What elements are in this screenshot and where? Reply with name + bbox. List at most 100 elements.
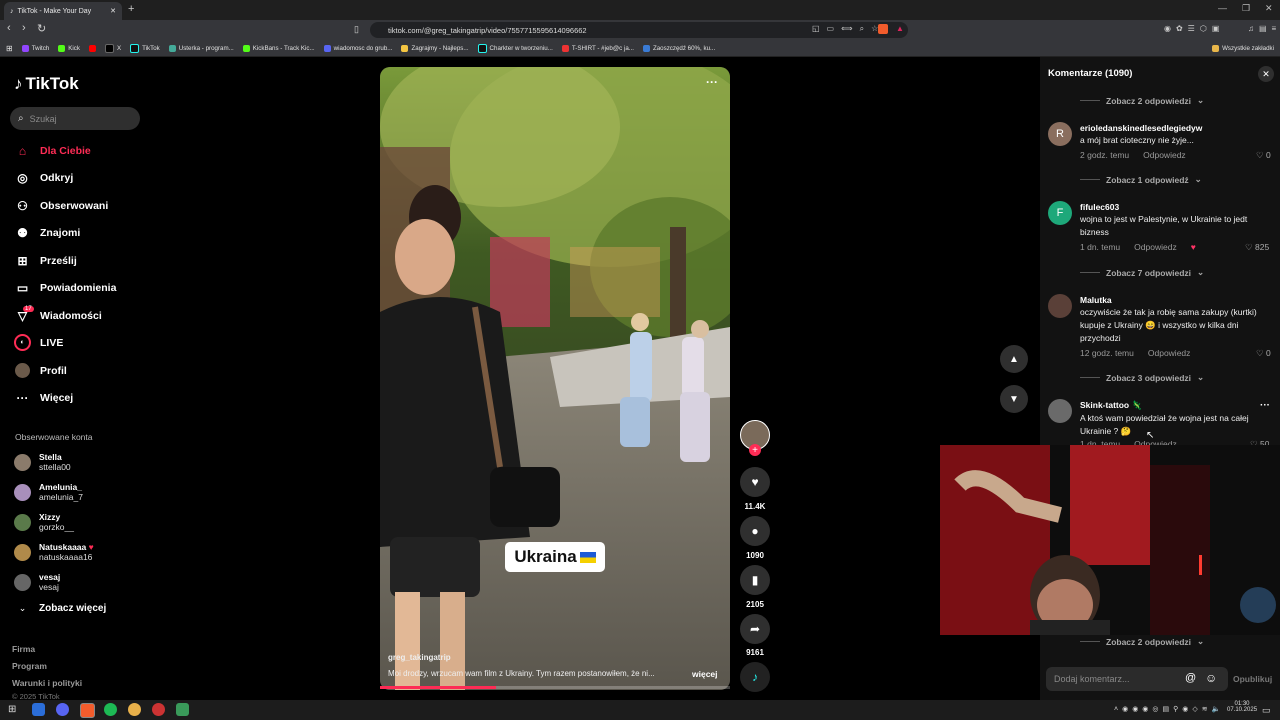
bookmark-page-icon[interactable]: ▯ — [354, 24, 359, 35]
brave-rewards-icon[interactable]: ▲ — [896, 24, 904, 33]
video-description: Moi drodzy, wrzucam wam film z Ukrainy. … — [388, 669, 655, 678]
video-author[interactable]: greg_takingatrip — [388, 653, 451, 662]
bookmark-charkter[interactable]: Charkter w tworzeniu... — [477, 43, 553, 53]
start-icon[interactable]: ⊞ — [8, 704, 16, 715]
view-replies[interactable]: Zobacz 2 odpowiedzi ⌄ — [1080, 636, 1204, 647]
file-explorer-icon[interactable] — [32, 703, 45, 716]
footer-terms[interactable]: Warunki i polityki — [12, 678, 82, 688]
video-player[interactable]: ··· — [380, 67, 730, 690]
sound-disc[interactable]: ♪ — [740, 662, 770, 692]
nav-for-you[interactable]: ⌂ Dla Ciebie — [14, 142, 91, 159]
minimize-icon[interactable]: — — [1218, 3, 1227, 13]
reload-icon[interactable]: ↻ — [37, 22, 46, 35]
tiktok-logo[interactable]: ♪ TikTok — [14, 74, 79, 94]
like-button[interactable]: ♥ — [740, 467, 770, 497]
brave-shield-icon[interactable] — [878, 24, 888, 34]
view-replies[interactable]: Zobacz 3 odpowiedzi ⌄ — [1080, 372, 1204, 383]
brave-taskbar-icon[interactable] — [80, 703, 95, 718]
comment-username[interactable]: erioledanskinedlesedlegiedyw — [1080, 123, 1202, 133]
followed-account[interactable]: Xizzy gorzko__ — [14, 512, 74, 532]
save-button[interactable]: ▮ — [740, 565, 770, 595]
spotify-icon[interactable] — [104, 703, 117, 716]
comment-button[interactable]: ● — [740, 516, 770, 546]
nav-upload[interactable]: ⊞ Prześlij — [14, 252, 76, 269]
maximize-icon[interactable]: ❐ — [1242, 3, 1250, 14]
chevron-up-icon: ▲ — [1009, 353, 1019, 365]
footer-program[interactable]: Program — [12, 661, 47, 671]
comment-username[interactable]: Skink-tattoo 🦎 — [1080, 400, 1142, 411]
extension-icons[interactable]: ◉✿☰⬡▣ — [1164, 24, 1224, 33]
discord-taskbar-icon[interactable] — [56, 703, 69, 716]
nav-following[interactable]: ⚇ Obserwowani — [14, 197, 108, 214]
view-replies[interactable]: Zobacz 1 odpowiedź ⌄ — [1080, 174, 1202, 185]
comment-input[interactable]: Dodaj komentarz... — [1046, 667, 1228, 691]
forward-icon[interactable]: › — [22, 22, 26, 34]
clock[interactable]: 01:30 07.10.2025 — [1227, 701, 1257, 713]
app-icon[interactable] — [176, 703, 189, 716]
apps-icon[interactable]: ⊞ — [6, 44, 13, 53]
bookmark-tiktok[interactable]: TikTok — [130, 43, 160, 53]
emoji-icon[interactable]: ☺ — [1205, 671, 1217, 685]
share-button[interactable]: ➦ — [740, 614, 770, 644]
new-tab-icon[interactable]: + — [128, 3, 134, 15]
nav-friends[interactable]: ⚉ Znajomi — [14, 224, 80, 241]
footer-company[interactable]: Firma — [12, 644, 35, 654]
system-tray-icons[interactable]: ˄◉◉◉◎▤⚲◉◇≋🔈 — [1114, 705, 1224, 713]
next-video-button[interactable]: ▼ — [1000, 385, 1028, 413]
previous-video-button[interactable]: ▲ — [1000, 345, 1028, 373]
nav-more[interactable]: ··· Więcej — [14, 389, 74, 406]
chrome-icon[interactable] — [128, 703, 141, 716]
reply-link[interactable]: Odpowiedz — [1143, 150, 1186, 160]
share-icon: ➦ — [749, 622, 761, 636]
nav-profile[interactable]: Profil — [14, 362, 67, 379]
comment-like[interactable]: ♡ 0 — [1256, 150, 1271, 161]
bookmark-wiadomosc[interactable]: wiadomosc do grub... — [323, 44, 392, 52]
app-icon[interactable] — [152, 703, 165, 716]
comment-username[interactable]: fifulec603 — [1080, 202, 1119, 212]
avatar[interactable]: F — [1048, 201, 1072, 225]
comment-more-icon[interactable]: ··· — [1260, 400, 1270, 411]
all-bookmarks[interactable]: Wszystkie zakładki — [1212, 44, 1274, 52]
video-more-options-icon[interactable]: ··· — [706, 75, 718, 89]
bookmark-twitch[interactable]: Twitch — [21, 44, 49, 52]
followed-account[interactable]: Natuskaaaa ♥ natuskaaaa16 — [14, 542, 94, 562]
reply-link[interactable]: Odpowiedz — [1148, 348, 1191, 358]
nav-explore[interactable]: ◎ Odkryj — [14, 169, 73, 186]
comment-username[interactable]: Malutka — [1080, 295, 1112, 305]
bookmark-kick[interactable]: Kick — [58, 44, 80, 52]
bookmark-zagrajmy[interactable]: Zagrajmy - Najleps... — [401, 44, 469, 52]
browser-tab[interactable]: ♪ TikTok - Make Your Day ✕ — [4, 2, 122, 20]
search-input[interactable]: ⌕ Szukaj — [10, 107, 140, 130]
followed-account[interactable]: Amelunia_ amelunia_7 — [14, 482, 83, 502]
bookmark-usterka[interactable]: Usterka - program... — [168, 44, 234, 52]
nav-notifications[interactable]: ▭ Powiadomienia — [14, 279, 117, 296]
bookmark-youtube[interactable] — [88, 44, 96, 52]
view-replies[interactable]: Zobacz 2 odpowiedzi ⌄ — [1080, 95, 1204, 106]
back-icon[interactable]: ‹ — [7, 22, 11, 34]
nav-live[interactable]: ◐ LIVE — [14, 334, 63, 351]
comment-like[interactable]: ♡ 825 — [1245, 242, 1269, 253]
description-more-link[interactable]: więcej — [692, 669, 718, 679]
avatar[interactable]: R — [1048, 122, 1072, 146]
bookmark-zaoszczedz[interactable]: Zaoszczędź 60%, ku... — [642, 44, 715, 52]
video-progress-bar[interactable] — [380, 686, 730, 689]
menu-icons[interactable]: ♫▤≡ — [1248, 24, 1280, 33]
comment-like[interactable]: ♡ 0 — [1256, 348, 1271, 359]
window-close-icon[interactable]: ✕ — [1265, 3, 1273, 14]
notifications-tray-icon[interactable]: ▭ — [1262, 705, 1271, 716]
followed-account[interactable]: Stella sttella00 — [14, 452, 71, 472]
reply-link[interactable]: Odpowiedz — [1134, 242, 1177, 252]
see-more-accounts[interactable]: ⌄ Zobacz więcej — [14, 603, 107, 614]
avatar[interactable] — [1048, 399, 1072, 423]
bookmark-x[interactable]: X — [104, 43, 121, 53]
publish-button[interactable]: Opublikuj — [1233, 674, 1272, 684]
bookmark-kickbans[interactable]: KickBans - Track Kic... — [242, 44, 315, 52]
mention-icon[interactable]: @ — [1185, 672, 1196, 684]
view-replies[interactable]: Zobacz 7 odpowiedzi ⌄ — [1080, 267, 1204, 278]
avatar[interactable] — [1048, 294, 1072, 318]
followed-account[interactable]: vesaj vesaj — [14, 572, 60, 592]
follow-plus-icon[interactable]: + — [749, 444, 761, 456]
bookmark-tshirt[interactable]: T-SHIRT - #jeb@c ja... — [561, 44, 634, 52]
close-comments-button[interactable]: ✕ — [1258, 66, 1274, 82]
tab-close-icon[interactable]: ✕ — [110, 7, 116, 15]
